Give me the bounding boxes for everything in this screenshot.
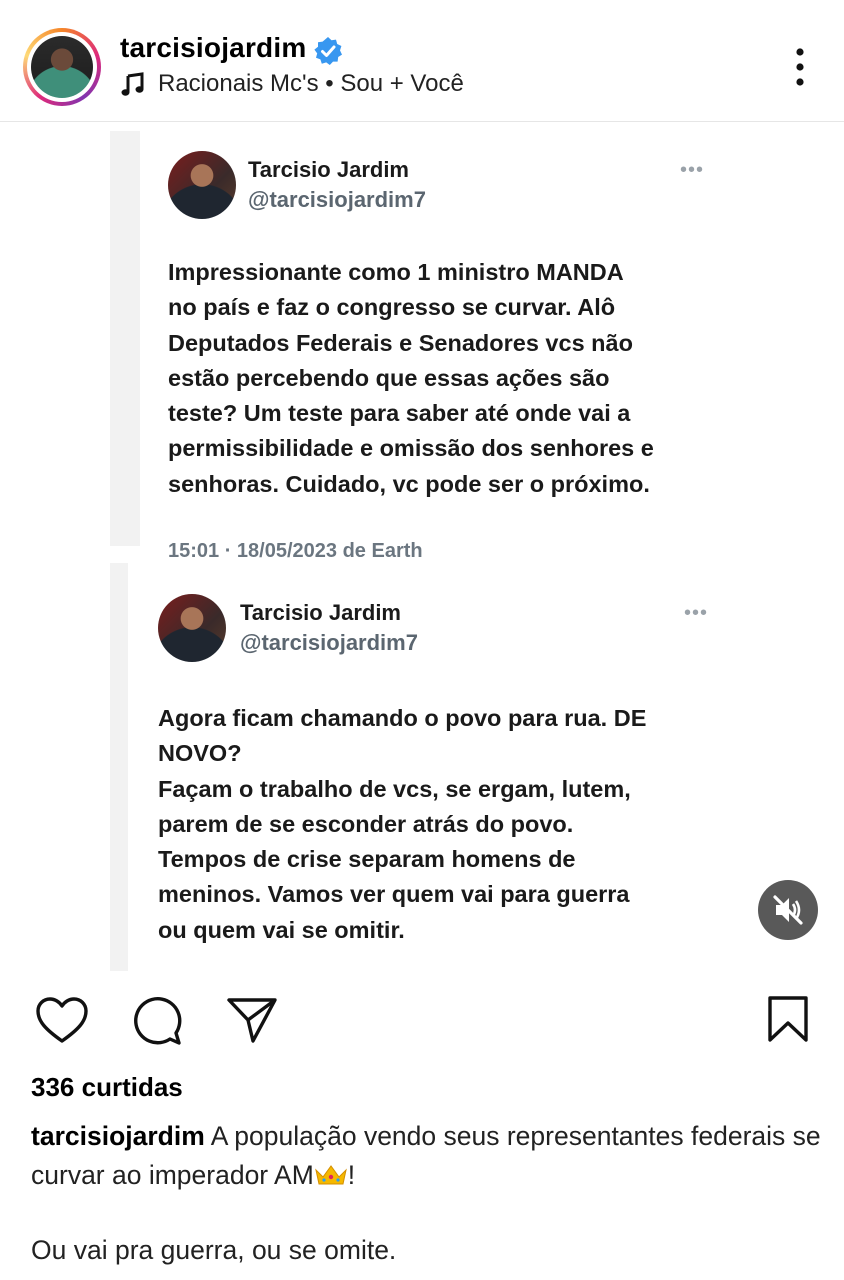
paper-plane-icon[interactable] [226,996,278,1044]
tweet-author-handle: @tarcisiojardim7 [240,630,418,655]
bookmark-icon[interactable] [766,995,810,1045]
avatar-border [27,32,97,102]
likes-count[interactable]: 336 curtidas [31,1072,183,1103]
tweet-avatar [168,151,236,219]
profile-avatar-story-ring[interactable] [23,28,101,106]
music-note-icon [121,72,144,96]
tweet-more-icon: ••• [684,602,709,624]
caption-username[interactable]: tarcisiojardim [31,1121,205,1151]
mute-toggle-button[interactable] [758,880,818,940]
avatar[interactable] [31,36,93,98]
tweet-timestamp: 15:01 · 18/05/2023 de Earth [168,540,423,562]
tweet-author-name: Tarcisio Jardim [248,157,409,182]
post-header: tarcisiojardim Racionais Mc's • Sou + Vo… [0,0,844,122]
verified-badge-icon [314,37,342,65]
tweet-text: Agora ficam chamando o povo para rua. DE… [158,705,647,943]
tweet-more-icon: ••• [680,159,705,181]
caption-text-end: ! [347,1160,356,1190]
tweet-text: Impressionante como 1 ministro MANDA no … [168,259,654,497]
post-username[interactable]: tarcisiojardim [120,32,306,64]
muted-speaker-icon [773,895,803,925]
image-edge [110,131,140,546]
heart-icon[interactable] [35,996,89,1046]
post-media[interactable]: Tarcisio Jardim @tarcisiojardim7 ••• Imp… [0,123,844,973]
image-edge [110,563,128,971]
post-caption: tarcisiojardim A população vendo seus re… [31,1117,821,1195]
audio-track-label[interactable]: Racionais Mc's • Sou + Você [158,70,464,98]
more-options-icon[interactable] [792,46,808,88]
comment-bubble-icon[interactable] [130,995,184,1047]
tweet-author-name: Tarcisio Jardim [240,600,401,625]
crown-emoji [314,1165,347,1185]
tweet-avatar [158,594,226,662]
caption-second-paragraph: Ou vai pra guerra, ou se omite. [31,1235,397,1265]
tweet-author-handle: @tarcisiojardim7 [248,187,426,212]
